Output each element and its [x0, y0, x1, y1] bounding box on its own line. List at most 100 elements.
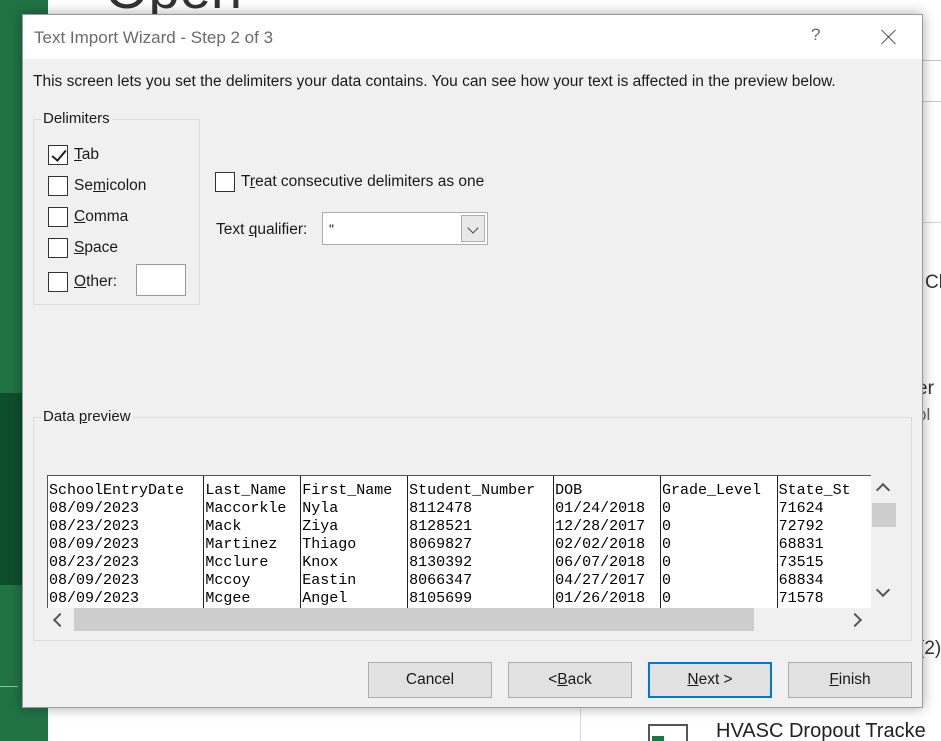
backstage-list-divider	[580, 709, 581, 741]
backstage-search-box[interactable]	[921, 60, 941, 102]
dialog-title: Text Import Wizard - Step 2 of 3	[34, 28, 274, 47]
table-cell: Ziya	[300, 518, 409, 536]
table-cell: 08/09/2023	[48, 590, 205, 608]
table-cell: 8105699	[407, 590, 555, 608]
vertical-scroll-thumb[interactable]	[872, 503, 896, 527]
table-row: 08/23/2023 Mcclure Knox 8130392 06/07/20…	[48, 554, 873, 572]
next-button[interactable]: Next >	[648, 662, 772, 698]
text-qualifier-select[interactable]: "	[322, 212, 488, 245]
other-checkbox-label: Other:	[74, 273, 118, 290]
finish-button[interactable]: Finish	[788, 662, 912, 698]
table-cell: Knox	[300, 554, 409, 572]
backstage-divider	[921, 222, 941, 223]
table-cell: Mack	[203, 518, 302, 536]
table-cell: DOB	[553, 476, 661, 500]
dialog-titlebar[interactable]: Text Import Wizard - Step 2 of 3 ?	[23, 15, 922, 59]
table-row: 08/09/2023 Mcgee Angel 8105699 01/26/201…	[48, 590, 873, 608]
table-cell: 08/09/2023	[48, 500, 205, 518]
semicolon-checkbox[interactable]: Semicolon	[48, 175, 146, 197]
table-cell: 73515	[777, 554, 873, 572]
table-cell: Nyla	[300, 500, 409, 518]
table-cell: Eastin	[300, 572, 409, 590]
chevron-up-icon[interactable]	[875, 482, 891, 498]
table-row: 08/09/2023 Mccoy Eastin 8066347 04/27/20…	[48, 572, 873, 590]
table-cell: 0	[660, 500, 778, 518]
cancel-button[interactable]: Cancel	[368, 662, 492, 698]
table-cell: 0	[660, 554, 778, 572]
chevron-right-icon[interactable]	[847, 612, 863, 628]
data-preview-label: Data preview	[41, 408, 133, 425]
recent-file-name[interactable]: HVASC Dropout Tracke	[716, 720, 926, 741]
table-cell: Grade_Level	[660, 476, 778, 500]
data-preview-grid: SchoolEntryDate Last_Name First_Name Stu…	[47, 475, 873, 608]
comma-checkbox-box[interactable]	[48, 207, 68, 227]
text-qualifier-value: "	[329, 221, 334, 237]
chevron-down-icon[interactable]	[875, 582, 891, 598]
table-cell: 0	[660, 590, 778, 608]
excel-sidebar-selected-item[interactable]	[0, 393, 22, 585]
excel-sidebar-divider	[0, 686, 18, 687]
table-cell: 8128521	[407, 518, 555, 536]
table-row: 08/09/2023 Maccorkle Nyla 8112478 01/24/…	[48, 500, 873, 518]
semicolon-checkbox-box[interactable]	[48, 176, 68, 196]
text-qualifier-label: Text qualifier:	[216, 221, 308, 238]
chevron-down-icon[interactable]	[461, 215, 485, 242]
chevron-left-icon[interactable]	[52, 612, 68, 628]
table-cell: State_St	[777, 476, 873, 500]
data-preview-table: SchoolEntryDate Last_Name First_Name Stu…	[48, 476, 873, 608]
table-cell: Thiago	[300, 536, 409, 554]
table-cell: Mcgee	[203, 590, 302, 608]
table-cell: 8069827	[407, 536, 555, 554]
table-cell: 08/23/2023	[48, 554, 205, 572]
table-cell: 68831	[777, 536, 873, 554]
table-cell: Mccoy	[203, 572, 302, 590]
consecutive-delimiters-checkbox[interactable]: Treat consecutive delimiters as one	[215, 172, 484, 192]
table-cell: 04/27/2017	[553, 572, 661, 590]
table-cell: Angel	[300, 590, 409, 608]
tab-checkbox-box[interactable]	[48, 145, 68, 165]
other-checkbox[interactable]: Other:	[48, 271, 117, 293]
table-cell: 0	[660, 536, 778, 554]
table-cell: Martinez	[203, 536, 302, 554]
table-cell: 0	[660, 572, 778, 590]
space-checkbox[interactable]: Space	[48, 237, 118, 259]
comma-checkbox[interactable]: Comma	[48, 206, 128, 228]
back-button[interactable]: < Back	[508, 662, 632, 698]
preview-vertical-scrollbar[interactable]	[871, 475, 897, 608]
table-cell: 8112478	[407, 500, 555, 518]
table-cell: 12/28/2017	[553, 518, 661, 536]
space-checkbox-box[interactable]	[48, 238, 68, 258]
table-row: 08/09/2023 Martinez Thiago 8069827 02/02…	[48, 536, 873, 554]
table-cell: 01/26/2018	[553, 590, 661, 608]
comma-checkbox-label: Comma	[74, 208, 129, 225]
table-cell: 08/09/2023	[48, 572, 205, 590]
preview-horizontal-scrollbar[interactable]	[47, 608, 873, 632]
table-cell: 8066347	[407, 572, 555, 590]
table-cell: 71578	[777, 590, 873, 608]
tab-checkbox-label: Tab	[74, 146, 99, 163]
table-cell: 02/02/2018	[553, 536, 661, 554]
close-icon[interactable]	[875, 23, 903, 51]
help-button[interactable]: ?	[811, 25, 825, 47]
table-cell: 8130392	[407, 554, 555, 572]
delimiters-group-label: Delimiters	[41, 110, 112, 127]
table-cell: 68834	[777, 572, 873, 590]
table-cell: 72792	[777, 518, 873, 536]
horizontal-scroll-thumb[interactable]	[74, 608, 754, 631]
table-cell: Maccorkle	[203, 500, 302, 518]
table-row: SchoolEntryDate Last_Name First_Name Stu…	[48, 476, 873, 500]
table-cell: Last_Name	[203, 476, 302, 500]
semicolon-checkbox-label: Semicolon	[74, 177, 147, 194]
other-checkbox-box[interactable]	[48, 272, 68, 292]
text-import-wizard-dialog: Text Import Wizard - Step 2 of 3 ? This …	[22, 14, 923, 708]
data-preview-area[interactable]: SchoolEntryDate Last_Name First_Name Stu…	[47, 475, 873, 608]
consecutive-delimiters-checkbox-box[interactable]	[215, 172, 235, 192]
tab-checkbox[interactable]: Tab	[48, 144, 99, 166]
table-cell: Student_Number	[407, 476, 555, 500]
table-cell: 71624	[777, 500, 873, 518]
table-cell: 06/07/2018	[553, 554, 661, 572]
intro-text: This screen lets you set the delimiters …	[33, 73, 836, 90]
other-delimiter-input[interactable]	[136, 264, 186, 296]
table-cell: SchoolEntryDate	[48, 476, 205, 500]
table-cell: First_Name	[300, 476, 409, 500]
